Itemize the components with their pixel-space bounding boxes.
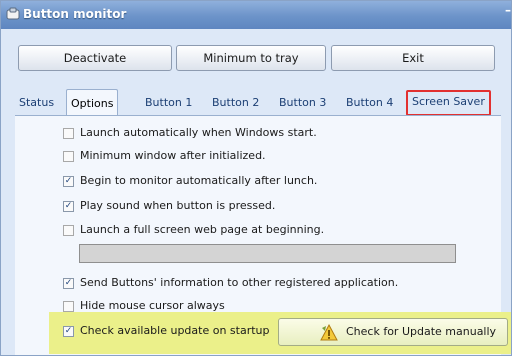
web-page-url-input[interactable]	[79, 244, 456, 263]
title-bar[interactable]: Button monitor –	[1, 1, 511, 29]
option-launch-web-page[interactable]: Launch a full screen web page at beginni…	[63, 222, 324, 238]
launch-auto-checkbox[interactable]	[63, 128, 74, 139]
exit-label: Exit	[402, 51, 424, 65]
option-minimize-window[interactable]: Minimum window after initialized.	[63, 148, 266, 164]
minimize-to-tray-button[interactable]: Minimum to tray	[176, 45, 326, 71]
option-label: Launch a full screen web page at beginni…	[80, 223, 325, 236]
tab-button-4[interactable]: Button 4	[342, 91, 397, 115]
tab-button-1[interactable]: Button 1	[141, 91, 196, 115]
option-check-update-startup[interactable]: ✓ Check available update on startup	[63, 323, 270, 339]
app-window: Button monitor – Deactivate Minimum to t…	[0, 0, 512, 356]
begin-monitor-checkbox[interactable]: ✓	[63, 176, 74, 187]
check-update-manually-button[interactable]: Check for Update manually	[278, 318, 508, 346]
exit-button[interactable]: Exit	[331, 45, 495, 71]
check-update-startup-checkbox[interactable]: ✓	[63, 326, 74, 337]
play-sound-checkbox[interactable]: ✓	[63, 201, 74, 212]
minimize-button[interactable]: –	[505, 3, 511, 17]
option-label: Minimum window after initialized.	[80, 149, 266, 162]
option-launch-auto[interactable]: Launch automatically when Windows start.	[63, 125, 317, 141]
send-buttons-info-checkbox[interactable]: ✓	[63, 278, 74, 289]
hide-cursor-checkbox[interactable]	[63, 301, 74, 312]
tab-status[interactable]: Status	[15, 91, 58, 115]
minimize-to-tray-label: Minimum to tray	[203, 51, 299, 65]
launch-web-page-checkbox[interactable]	[63, 225, 74, 236]
option-label: Hide mouse cursor always	[80, 299, 225, 312]
warning-icon	[320, 323, 338, 341]
option-label: Launch automatically when Windows start.	[80, 126, 317, 139]
option-label: Send Buttons' information to other regis…	[80, 276, 399, 289]
option-label: Play sound when button is pressed.	[80, 199, 276, 212]
app-icon	[6, 7, 20, 20]
deactivate-label: Deactivate	[63, 51, 127, 65]
deactivate-button[interactable]: Deactivate	[18, 45, 172, 71]
option-play-sound[interactable]: ✓ Play sound when button is pressed.	[63, 198, 275, 214]
option-send-buttons-info[interactable]: ✓ Send Buttons' information to other regi…	[63, 275, 398, 291]
tab-button-2[interactable]: Button 2	[208, 91, 263, 115]
window-title: Button monitor	[23, 7, 127, 21]
option-hide-cursor[interactable]: Hide mouse cursor always	[63, 298, 225, 314]
option-label: Begin to monitor automatically after lun…	[80, 174, 318, 187]
tab-screen-saver[interactable]: Screen Saver	[406, 90, 491, 116]
check-update-label: Check for Update manually	[346, 325, 497, 338]
option-label: Check available update on startup	[80, 324, 270, 337]
option-begin-monitor[interactable]: ✓ Begin to monitor automatically after lu…	[63, 173, 317, 189]
tab-options[interactable]: Options	[66, 89, 119, 117]
minimize-window-checkbox[interactable]	[63, 151, 74, 162]
tab-button-3[interactable]: Button 3	[275, 91, 330, 115]
